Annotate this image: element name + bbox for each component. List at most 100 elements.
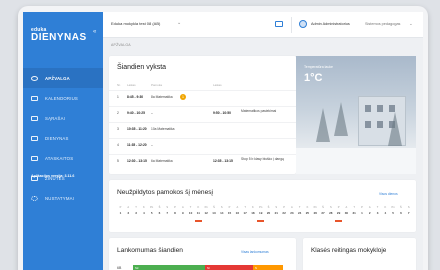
- column-header: Nr.: [117, 83, 121, 87]
- day-number[interactable]: 11: [195, 211, 202, 215]
- day-number[interactable]: 2: [125, 211, 132, 215]
- lesson-number: 4: [117, 143, 119, 147]
- day-number[interactable]: 13: [210, 211, 217, 215]
- day-number[interactable]: 26: [312, 211, 319, 215]
- weekday-label: T: [135, 206, 137, 209]
- day-number[interactable]: 8: [172, 211, 179, 215]
- weekday-label: A: [368, 206, 371, 209]
- role-selector[interactable]: Sistemos pedagogas: [365, 22, 400, 26]
- day-number[interactable]: 5: [390, 211, 397, 215]
- schedule-row[interactable]: 5 12:30 - 13:15 6a Matematika 12:35 - 13:15…: [109, 154, 296, 168]
- weekday-label: T: [353, 206, 355, 209]
- weekday-label: Pn: [391, 206, 395, 209]
- day-number[interactable]: 2: [366, 211, 373, 215]
- schedule-row[interactable]: 1 8:45 - 9:30 8a Matematika 1: [109, 90, 296, 104]
- day-number[interactable]: 3: [133, 211, 140, 215]
- lesson-subject: –: [151, 143, 153, 147]
- sidebar-item[interactable]: ATASKAITOS: [23, 148, 103, 168]
- attendance-card: Lankomumas šiandien Visas lankomumas 6B …: [109, 238, 296, 270]
- sidebar-item-label: ATASKAITOS: [45, 155, 74, 161]
- sidebar-item[interactable]: DIENYNAS: [23, 128, 103, 148]
- lesson-time: 11:35 - 12:20: [127, 143, 147, 147]
- day-number[interactable]: 10: [187, 211, 194, 215]
- day-number[interactable]: 1: [117, 211, 124, 215]
- all-days-link[interactable]: Visos dienos: [379, 192, 398, 196]
- weekday-label: P: [361, 206, 363, 209]
- weekday-label: S: [329, 206, 332, 209]
- day-number[interactable]: 15: [226, 211, 233, 215]
- day-number[interactable]: 9: [179, 211, 186, 215]
- count-badge[interactable]: 1: [180, 94, 186, 100]
- attendance-bar: Nd Nl N: [133, 265, 283, 270]
- day-number[interactable]: 12: [203, 211, 210, 215]
- sidebar-item[interactable]: ŽINUTĖS: [23, 168, 103, 188]
- tree-image: [334, 102, 348, 136]
- monitor-icon: [31, 135, 38, 141]
- day-number[interactable]: 28: [327, 211, 334, 215]
- day-number[interactable]: 25: [304, 211, 311, 215]
- weekday-label: A: [290, 206, 293, 209]
- weekday-label: Š: [322, 206, 324, 209]
- weekday-label: Pn: [150, 206, 154, 209]
- day-number[interactable]: 19: [257, 211, 264, 215]
- user-name[interactable]: Admin Administratorius: [311, 22, 350, 26]
- sidebar-item[interactable]: KALENDORIUS: [23, 88, 103, 108]
- day-number[interactable]: 7: [164, 211, 171, 215]
- app-logo[interactable]: eduka DIENYNAS: [31, 28, 87, 43]
- schedule-row[interactable]: 4 11:35 - 12:20–: [109, 138, 296, 152]
- collapse-sidebar-icon[interactable]: «: [93, 29, 96, 35]
- day-number[interactable]: 23: [288, 211, 295, 215]
- divider: [291, 17, 292, 33]
- day-number[interactable]: 4: [140, 211, 147, 215]
- weekday-label: K: [384, 206, 387, 209]
- day-number[interactable]: 6: [397, 211, 404, 215]
- weekday-label: A: [181, 206, 184, 209]
- lesson-number: 2: [117, 111, 119, 115]
- day-number[interactable]: 14: [218, 211, 225, 215]
- day-number[interactable]: 29: [335, 211, 342, 215]
- chevron-down-icon[interactable]: ⌄: [177, 20, 181, 26]
- day-number[interactable]: 22: [281, 211, 288, 215]
- lesson-number: 5: [117, 159, 119, 163]
- day-number[interactable]: 7: [405, 211, 412, 215]
- today-schedule-card: Šiandien vyksta Nr. Laikas Pamoka Laikas…: [109, 56, 296, 174]
- weekday-label: P: [174, 206, 176, 209]
- day-number[interactable]: 24: [296, 211, 303, 215]
- day-number[interactable]: 4: [382, 211, 389, 215]
- day-number[interactable]: 31: [351, 211, 358, 215]
- sidebar-item[interactable]: NUSTATYMAI: [23, 188, 103, 208]
- sidebar-item-label: APŽVALGA: [45, 75, 70, 81]
- day-number[interactable]: 1: [358, 211, 365, 215]
- schedule-row[interactable]: 2 9:40 - 10:25 – 9:50 - 10:50 Matematikos pa…: [109, 106, 296, 120]
- sidebar-item[interactable]: SĄRAŠAI: [23, 108, 103, 128]
- schedule-row[interactable]: 3 10:35 - 11:20 10a Matematika: [109, 122, 296, 136]
- sidebar-item[interactable]: APŽVALGA: [23, 68, 103, 88]
- sidebar: eduka DIENYNAS « APŽVALGA KALENDORIUS SĄRA…: [23, 12, 103, 270]
- weekday-label: Pn: [259, 206, 263, 209]
- all-attendance-link[interactable]: Visas lankomumas: [241, 250, 269, 254]
- sidebar-item-label: SĄRAŠAI: [45, 115, 66, 121]
- class-ratings-card: Klasės reitingas mokykloje: [303, 238, 416, 270]
- day-number[interactable]: 30: [343, 211, 350, 215]
- chevron-down-icon[interactable]: ⌄: [409, 21, 413, 27]
- weekday-label: S: [407, 206, 410, 209]
- school-selector[interactable]: Eduka mokykla test 08 (AB): [111, 21, 160, 26]
- day-number[interactable]: 18: [249, 211, 256, 215]
- sidebar-item-label: DIENYNAS: [45, 135, 69, 141]
- weekday-label: Š: [267, 206, 270, 209]
- day-number[interactable]: 21: [273, 211, 280, 215]
- day-number[interactable]: 5: [148, 211, 155, 215]
- avatar[interactable]: [299, 20, 307, 28]
- envelope-icon[interactable]: [275, 21, 283, 27]
- day-number[interactable]: 6: [156, 211, 163, 215]
- card-title: Neužpildytos pamokos šį mėnesį: [117, 189, 214, 196]
- day-number[interactable]: 3: [374, 211, 381, 215]
- day-number[interactable]: 27: [320, 211, 327, 215]
- lesson-subject: 6a Matematika: [151, 159, 173, 163]
- weekday-label: Š: [158, 206, 161, 209]
- day-number[interactable]: 20: [265, 211, 272, 215]
- lesson-number: 3: [117, 127, 119, 131]
- day-number[interactable]: 17: [242, 211, 249, 215]
- day-number[interactable]: 16: [234, 211, 241, 215]
- weekday-label: T: [189, 206, 192, 209]
